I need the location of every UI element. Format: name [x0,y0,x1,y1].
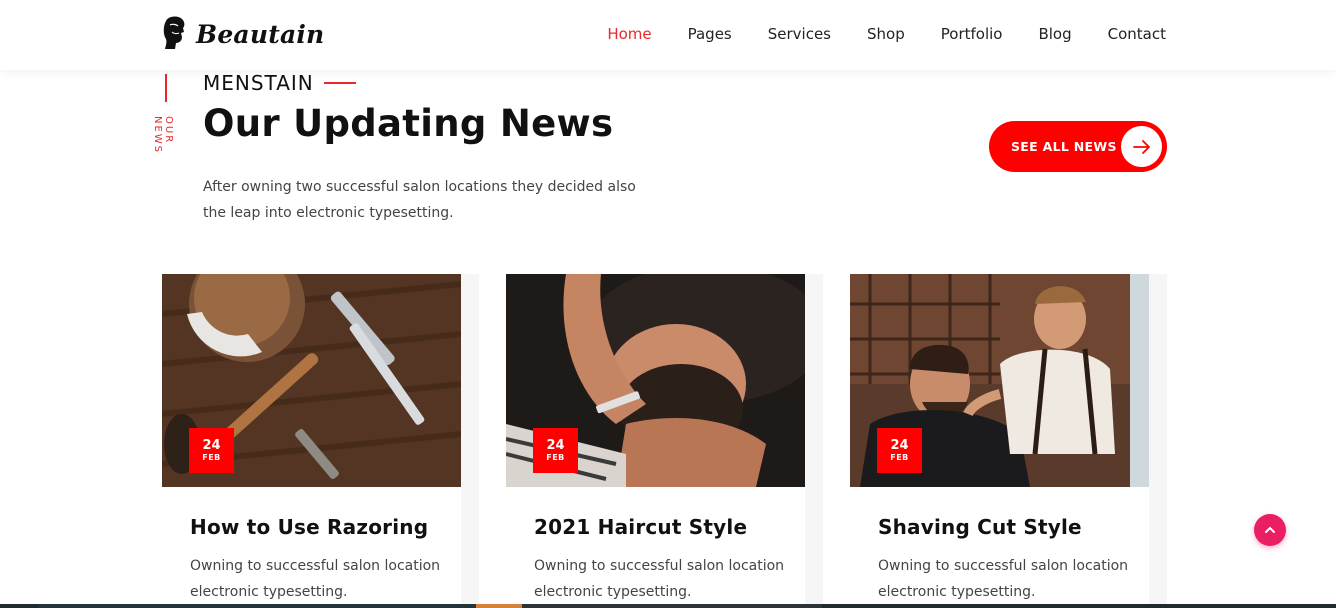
main-nav: Home Pages Services Shop Portfolio Blog … [571,22,1166,46]
footer-edge [0,604,1336,608]
see-all-news-button[interactable]: SEE ALL NEWS [989,121,1167,172]
barber-head-icon [163,16,185,49]
section-accent-line [165,74,167,102]
section-description: After owning two successful salon locati… [203,179,636,221]
nav-pages[interactable]: Pages [688,22,732,46]
nav-contact[interactable]: Contact [1108,22,1166,46]
date-month: FEB [546,453,565,462]
date-day: 24 [202,438,221,453]
date-day: 24 [546,438,565,453]
section-subtitle-row: MENSTAIN [203,71,356,95]
subtitle-divider [323,82,356,84]
barber-tools-photo[interactable]: 24 FEB [162,274,461,487]
nav-home[interactable]: Home [607,22,651,46]
nav-blog[interactable]: Blog [1038,22,1071,46]
brand-name: Beautain [196,19,325,49]
card-body: Shaving Cut Style Owning to successful s… [850,487,1149,608]
card-title[interactable]: 2021 Haircut Style [534,515,747,539]
see-all-news-label: SEE ALL NEWS [1011,139,1117,154]
beard-shave-photo[interactable]: 24 FEB [506,274,805,487]
card-excerpt: Owning to successful salon location elec… [190,558,441,600]
card-title[interactable]: Shaving Cut Style [878,515,1082,539]
date-badge: 24 FEB [533,428,578,473]
card-excerpt: Owning to successful salon location elec… [534,558,785,600]
date-badge: 24 FEB [189,428,234,473]
date-day: 24 [890,438,909,453]
date-month: FEB [202,453,221,462]
card-title[interactable]: How to Use Razoring [190,515,428,539]
section-vertical-label: OUR NEWS [152,116,174,155]
card-excerpt: Owning to successful salon location elec… [878,558,1129,600]
nav-shop[interactable]: Shop [867,22,905,46]
scroll-to-top-button[interactable] [1254,514,1286,546]
card-body: 2021 Haircut Style Owning to successful … [506,487,805,608]
news-card[interactable]: 24 FEB 2021 Haircut Style Owning to succ… [506,274,823,608]
barbershop-trim-photo[interactable]: 24 FEB [850,274,1149,487]
news-card[interactable]: 24 FEB Shaving Cut Style Owning to succe… [850,274,1167,608]
chevron-up-icon [1265,526,1275,533]
section-title: Our Updating News [203,102,614,145]
nav-portfolio[interactable]: Portfolio [941,22,1003,46]
news-card[interactable]: 24 FEB How to Use Razoring Owning to suc… [162,274,479,608]
date-month: FEB [890,453,909,462]
card-body: How to Use Razoring Owning to successful… [162,487,461,608]
section-subtitle: MENSTAIN [203,71,314,95]
nav-services[interactable]: Services [768,22,831,46]
site-header: Beautain Home Pages Services Shop Portfo… [0,0,1336,70]
date-badge: 24 FEB [877,428,922,473]
brand-logo[interactable]: Beautain [160,14,324,54]
arrow-right-icon [1121,126,1162,167]
